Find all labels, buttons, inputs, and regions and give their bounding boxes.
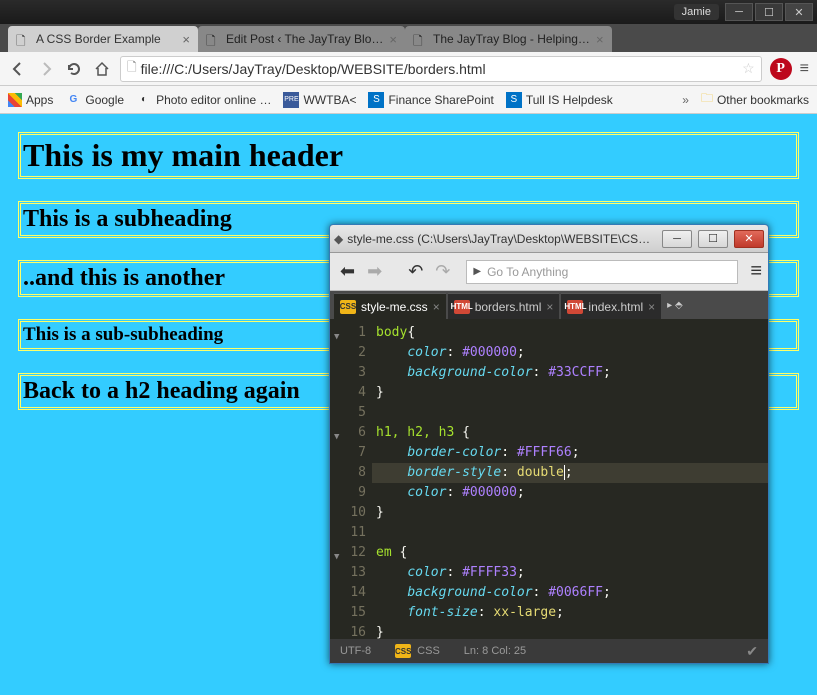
page-icon: 🗋 <box>413 32 427 46</box>
sharepoint-icon: S <box>506 92 522 108</box>
maximize-button[interactable]: ☐ <box>698 230 728 248</box>
bookmark-tull[interactable]: STull IS Helpdesk <box>506 92 613 108</box>
chrome-menu-icon[interactable]: ≡ <box>800 60 809 78</box>
close-icon[interactable]: × <box>596 32 604 47</box>
css-icon: CSS <box>340 300 356 314</box>
app-icon: ◆ <box>334 232 343 246</box>
folder-icon: 🗀 <box>701 89 713 110</box>
bookmarks-bar: Apps GGoogle ◐Photo editor online … PREW… <box>0 86 817 114</box>
editor-tab-active[interactable]: CSS style-me.css × <box>334 293 446 319</box>
minimize-button[interactable]: ─ <box>662 230 692 248</box>
code-editor[interactable]: ▼1 2 3 4 5 ▼6 7 8 9 10 11 ▼12 13 14 15 1… <box>330 319 768 639</box>
apps-icon <box>8 93 22 107</box>
browser-tab[interactable]: 🗋 The JayTray Blog - Helping… × <box>405 26 612 52</box>
url-text: file:///C:/Users/JayTray/Desktop/WEBSITE… <box>141 61 486 77</box>
encoding-label[interactable]: UTF-8 <box>340 645 371 657</box>
back-icon[interactable]: ⬅ <box>336 259 359 284</box>
goto-input[interactable]: ▶Go To Anything <box>466 260 738 284</box>
editor-titlebar[interactable]: ◆ style-me.css (C:\Users\JayTray\Desktop… <box>330 225 768 253</box>
page-icon: 🗋 <box>206 32 220 46</box>
browser-toolbar: 🗋 file:///C:/Users/JayTray/Desktop/WEBSI… <box>0 52 817 86</box>
editor-tab[interactable]: HTML borders.html × <box>448 293 560 319</box>
language-label[interactable]: CSSCSS <box>395 644 440 658</box>
back-button[interactable] <box>8 59 28 79</box>
bookmark-apps[interactable]: Apps <box>8 93 53 107</box>
home-button[interactable] <box>92 59 112 79</box>
page-icon: 🗋 <box>16 32 30 46</box>
gutter: ▼1 2 3 4 5 ▼6 7 8 9 10 11 ▼12 13 14 15 1… <box>330 319 372 639</box>
menu-icon[interactable]: ≡ <box>750 260 762 283</box>
editor-tab[interactable]: HTML index.html × <box>561 293 661 319</box>
os-titlebar: Jamie ─ ☐ ✕ <box>0 0 817 24</box>
tab-title: Edit Post ‹ The JayTray Blo… <box>226 32 383 46</box>
user-badge[interactable]: Jamie <box>674 4 719 20</box>
close-icon[interactable]: × <box>389 32 397 47</box>
close-button[interactable]: ✕ <box>785 3 813 21</box>
close-icon[interactable]: × <box>433 300 440 314</box>
browser-tab-strip: 🗋 A CSS Border Example × 🗋 Edit Post ‹ T… <box>0 24 817 52</box>
google-icon: G <box>65 92 81 108</box>
css-icon: CSS <box>395 644 411 658</box>
overflow-chevron-icon[interactable]: » <box>682 93 689 107</box>
reload-button[interactable] <box>64 59 84 79</box>
tab-overflow-icon[interactable]: ▸ ⬘ <box>663 300 687 311</box>
html-icon: HTML <box>454 300 470 314</box>
editor-tabs: CSS style-me.css × HTML borders.html × H… <box>330 291 768 319</box>
site-icon: ◐ <box>136 92 152 108</box>
check-icon[interactable]: ✔ <box>746 643 758 660</box>
site-icon: PRE <box>283 92 299 108</box>
html-icon: HTML <box>567 300 583 314</box>
close-icon[interactable]: × <box>546 300 553 314</box>
bookmark-wwtba[interactable]: PREWWTBA< <box>283 92 356 108</box>
editor-title: style-me.css (C:\Users\JayTray\Desktop\W… <box>347 232 656 246</box>
browser-tab[interactable]: 🗋 Edit Post ‹ The JayTray Blo… × <box>198 26 405 52</box>
forward-button[interactable] <box>36 59 56 79</box>
pinterest-extension[interactable]: P <box>770 58 792 80</box>
close-button[interactable]: ✕ <box>734 230 764 248</box>
tab-title: The JayTray Blog - Helping… <box>433 32 590 46</box>
star-icon[interactable]: ☆ <box>742 60 755 77</box>
close-icon[interactable]: × <box>182 32 190 47</box>
play-icon: ▶ <box>473 266 481 277</box>
code-text[interactable]: body{ color: #000000; background-color: … <box>372 319 768 639</box>
forward-icon[interactable]: ➡ <box>363 259 386 284</box>
redo-icon[interactable]: ↷ <box>431 259 454 284</box>
browser-tab-active[interactable]: 🗋 A CSS Border Example × <box>8 26 198 52</box>
heading-h1: This is my main header <box>18 132 799 179</box>
maximize-button[interactable]: ☐ <box>755 3 783 21</box>
bookmark-google[interactable]: GGoogle <box>65 92 124 108</box>
cursor-position[interactable]: Ln: 8 Col: 25 <box>464 645 526 657</box>
close-icon[interactable]: × <box>648 300 655 314</box>
editor-window[interactable]: ◆ style-me.css (C:\Users\JayTray\Desktop… <box>329 224 769 664</box>
file-icon: 🗋 <box>127 58 137 79</box>
bookmark-photoeditor[interactable]: ◐Photo editor online … <box>136 92 271 108</box>
tab-title: A CSS Border Example <box>36 32 176 46</box>
bookmark-other[interactable]: 🗀Other bookmarks <box>701 89 809 110</box>
editor-toolbar: ⬅ ➡ ↶ ↷ ▶Go To Anything ≡ <box>330 253 768 291</box>
undo-icon[interactable]: ↶ <box>404 259 427 284</box>
minimize-button[interactable]: ─ <box>725 3 753 21</box>
sharepoint-icon: S <box>368 92 384 108</box>
address-bar[interactable]: 🗋 file:///C:/Users/JayTray/Desktop/WEBSI… <box>120 56 762 82</box>
bookmark-finance[interactable]: SFinance SharePoint <box>368 92 493 108</box>
